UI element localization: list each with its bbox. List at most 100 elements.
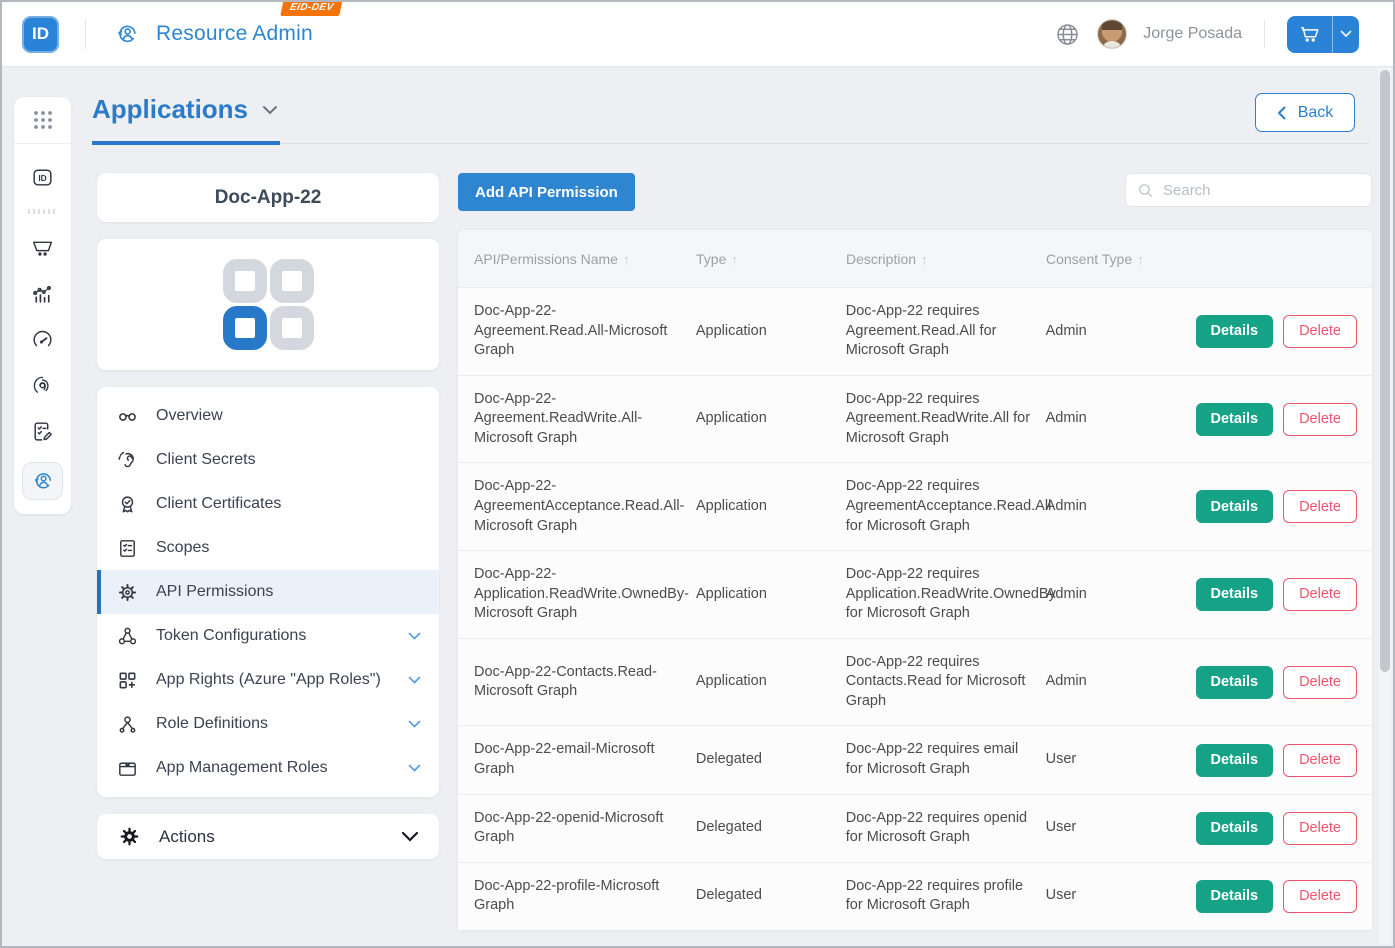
table-row: Doc-App-22-email-Microsoft Graph Delegat… xyxy=(458,725,1372,793)
delete-button[interactable]: Delete xyxy=(1283,490,1357,523)
chevron-left-icon xyxy=(1277,106,1286,120)
fingerprint-icon[interactable] xyxy=(30,373,55,398)
add-api-permission-button[interactable]: Add API Permission xyxy=(458,173,635,211)
tile-gray xyxy=(270,306,314,350)
permission-name: Doc-App-22-Agreement.ReadWrite.All-Micro… xyxy=(458,390,696,449)
delete-button[interactable]: Delete xyxy=(1283,744,1357,777)
tile-blue xyxy=(223,306,267,350)
permission-name: Doc-App-22-Contacts.Read-Microsoft Graph xyxy=(458,663,696,702)
cart-icon[interactable] xyxy=(1287,16,1332,53)
page-title: Applications xyxy=(92,94,248,125)
column-header-consent-type[interactable]: Consent Type↑ xyxy=(1046,251,1196,267)
row-actions: Details Delete xyxy=(1196,812,1372,845)
column-header-type[interactable]: Type↑ xyxy=(696,251,846,267)
user-sync-icon xyxy=(114,21,140,47)
permission-description: Doc-App-22 requires profile for Microsof… xyxy=(846,877,1046,916)
menu-item-client-certificates[interactable]: Client Certificates xyxy=(97,482,439,526)
table-header: API/Permissions Name↑ Type↑ Description↑… xyxy=(458,230,1372,287)
table-body: Doc-App-22-Agreement.Read.All-Microsoft … xyxy=(458,287,1372,930)
details-button[interactable]: Details xyxy=(1196,490,1274,523)
analytics-icon[interactable] xyxy=(30,281,55,306)
menu-item-app-rights[interactable]: App Rights (Azure "App Roles") xyxy=(97,658,439,702)
search-box[interactable] xyxy=(1125,173,1372,207)
archive-box-icon xyxy=(115,757,139,780)
application-name: Doc-App-22 xyxy=(215,187,322,209)
menu-item-overview[interactable]: Overview xyxy=(97,394,439,438)
column-header-description[interactable]: Description↑ xyxy=(846,251,1046,267)
row-actions: Details Delete xyxy=(1196,666,1372,699)
permission-description: Doc-App-22 requires Contacts.Read for Mi… xyxy=(846,653,1046,712)
page-title-dropdown[interactable]: Applications xyxy=(92,94,1369,125)
chevron-down-icon xyxy=(401,831,419,842)
permission-name: Doc-App-22-email-Microsoft Graph xyxy=(458,740,696,779)
search-input[interactable] xyxy=(1163,182,1360,199)
details-button[interactable]: Details xyxy=(1196,403,1274,436)
top-header: ID Resource Admin EID-DEV xyxy=(2,2,1393,67)
back-button[interactable]: Back xyxy=(1255,93,1355,132)
menu-item-token-configurations[interactable]: Token Configurations xyxy=(97,614,439,658)
header-divider xyxy=(1264,20,1265,48)
details-button[interactable]: Details xyxy=(1196,315,1274,348)
vertical-scrollbar[interactable] xyxy=(1379,68,1391,944)
scrollbar-thumb[interactable] xyxy=(1380,70,1390,672)
row-actions: Details Delete xyxy=(1196,315,1372,348)
permission-type: Application xyxy=(696,672,846,692)
search-icon xyxy=(1137,182,1154,199)
permission-type: Application xyxy=(696,409,846,429)
details-button[interactable]: Details xyxy=(1196,578,1274,611)
details-button[interactable]: Details xyxy=(1196,880,1274,913)
row-actions: Details Delete xyxy=(1196,880,1372,913)
application-name-card: Doc-App-22 xyxy=(97,173,439,222)
menu-item-api-permissions[interactable]: API Permissions xyxy=(97,570,439,614)
delete-button[interactable]: Delete xyxy=(1283,880,1357,913)
cart-dropdown-chevron-icon[interactable] xyxy=(1332,16,1359,53)
app-logo[interactable]: ID xyxy=(22,16,59,53)
globe-icon[interactable] xyxy=(1054,21,1081,48)
menu-item-scopes[interactable]: Scopes xyxy=(97,526,439,570)
table-row: Doc-App-22-profile-Microsoft Graph Deleg… xyxy=(458,862,1372,930)
gear-solid-icon xyxy=(117,826,141,847)
column-header-name[interactable]: API/Permissions Name↑ xyxy=(458,251,696,267)
sort-asc-icon[interactable]: ↑ xyxy=(1137,252,1144,267)
details-button[interactable]: Details xyxy=(1196,666,1274,699)
brand: Resource Admin EID-DEV xyxy=(114,21,313,47)
application-menu: Overview Client Secrets xyxy=(97,387,439,797)
delete-button[interactable]: Delete xyxy=(1283,403,1357,436)
gauge-icon[interactable] xyxy=(30,327,55,352)
table-row: Doc-App-22-Agreement.Read.All-Microsoft … xyxy=(458,287,1372,375)
dashes-indicator xyxy=(28,209,58,214)
sort-asc-icon[interactable]: ↑ xyxy=(623,252,630,267)
delete-button[interactable]: Delete xyxy=(1283,812,1357,845)
consent-type: Admin xyxy=(1046,672,1196,692)
cart-icon[interactable] xyxy=(30,235,55,260)
sort-asc-icon[interactable]: ↑ xyxy=(731,252,738,267)
active-tab-underline xyxy=(92,141,280,145)
permission-description: Doc-App-22 requires AgreementAcceptance.… xyxy=(846,477,1046,536)
actions-dropdown[interactable]: Actions xyxy=(97,814,439,859)
delete-button[interactable]: Delete xyxy=(1283,666,1357,699)
tile-gray xyxy=(270,259,314,303)
user-sync-icon-selected[interactable] xyxy=(22,462,63,500)
consent-type: Admin xyxy=(1046,322,1196,342)
document-list-icon xyxy=(115,537,139,560)
id-badge-icon[interactable]: ID xyxy=(30,165,55,190)
apps-grid-icon[interactable] xyxy=(14,97,71,144)
cart-split-button[interactable] xyxy=(1287,16,1359,53)
sort-asc-icon[interactable]: ↑ xyxy=(921,252,928,267)
details-button[interactable]: Details xyxy=(1196,744,1274,777)
delete-button[interactable]: Delete xyxy=(1283,315,1357,348)
table-row: Doc-App-22-Contacts.Read-Microsoft Graph… xyxy=(458,638,1372,726)
permission-type: Application xyxy=(696,585,846,605)
user-avatar[interactable] xyxy=(1097,19,1127,49)
delete-button[interactable]: Delete xyxy=(1283,578,1357,611)
permissions-table: API/Permissions Name↑ Type↑ Description↑… xyxy=(458,230,1372,930)
menu-item-client-secrets[interactable]: Client Secrets xyxy=(97,438,439,482)
permissions-toolbar: Add API Permission xyxy=(458,173,1372,211)
menu-item-app-management-roles[interactable]: App Management Roles xyxy=(97,746,439,790)
permission-name: Doc-App-22-profile-Microsoft Graph xyxy=(458,877,696,916)
menu-item-role-definitions[interactable]: Role Definitions xyxy=(97,702,439,746)
icon-rail-sidebar: ID xyxy=(14,97,71,514)
row-actions: Details Delete xyxy=(1196,490,1372,523)
details-button[interactable]: Details xyxy=(1196,812,1274,845)
task-edit-icon[interactable] xyxy=(30,419,55,444)
